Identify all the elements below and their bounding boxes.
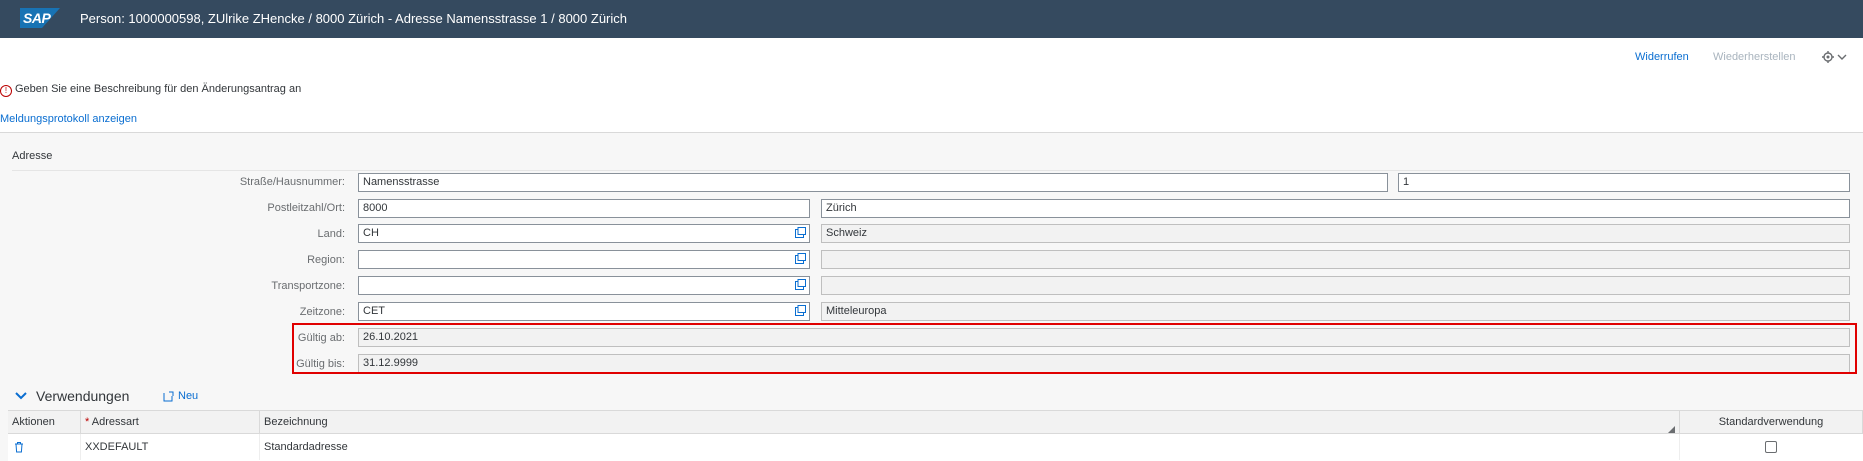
new-document-icon[interactable] bbox=[163, 391, 174, 402]
country-label: Land: bbox=[317, 228, 345, 240]
default-usage-cell bbox=[1680, 434, 1863, 460]
highlight-box bbox=[292, 323, 1857, 374]
value-help-icon[interactable] bbox=[795, 227, 806, 238]
country-value: CH bbox=[363, 227, 379, 239]
undo-button[interactable]: Widerrufen bbox=[1635, 51, 1689, 63]
region-label: Region: bbox=[307, 254, 345, 266]
delete-icon[interactable] bbox=[14, 441, 24, 453]
address-type-cell: XXDEFAULT bbox=[81, 434, 260, 460]
house-number-input[interactable]: 1 bbox=[1398, 173, 1850, 192]
section-divider bbox=[12, 170, 1850, 171]
transport-zone-label: Transportzone: bbox=[271, 280, 345, 292]
usage-section-title: Verwendungen bbox=[36, 388, 130, 404]
table-row[interactable]: XXDEFAULT Standardadresse bbox=[8, 411, 1863, 461]
row-actions-cell bbox=[8, 434, 81, 460]
shell-bar: SAP Person: 1000000598, ZUlrike ZHencke … bbox=[0, 0, 1863, 38]
redo-button[interactable]: Wiederherstellen bbox=[1713, 51, 1796, 63]
default-usage-checkbox[interactable] bbox=[1765, 441, 1777, 453]
street-input[interactable]: Namensstrasse bbox=[358, 173, 1388, 192]
region-input[interactable] bbox=[358, 250, 810, 269]
description-cell: Standardadresse bbox=[260, 434, 1680, 460]
section-title-address: Adresse bbox=[12, 150, 53, 162]
new-button[interactable]: Neu bbox=[178, 390, 198, 402]
sap-logo-text: SAP bbox=[23, 10, 51, 26]
transport-zone-text-field bbox=[821, 276, 1850, 295]
timezone-text-field: Mitteleuropa bbox=[821, 302, 1850, 321]
value-help-icon[interactable] bbox=[795, 253, 806, 264]
postal-label: Postleitzahl/Ort: bbox=[267, 202, 345, 214]
message-log-link[interactable]: Meldungsprotokoll anzeigen bbox=[0, 113, 137, 125]
transport-zone-input[interactable] bbox=[358, 276, 810, 295]
timezone-input[interactable]: CET bbox=[358, 302, 810, 321]
region-text-field bbox=[821, 250, 1850, 269]
usage-table: Aktionen * Adressart Bezeichnung Standar… bbox=[8, 410, 1863, 461]
message-area: ! Geben Sie eine Beschreibung für den Änd… bbox=[0, 74, 1863, 133]
error-message-text: Geben Sie eine Beschreibung für den Ände… bbox=[15, 83, 302, 95]
timezone-label: Zeitzone: bbox=[299, 306, 345, 318]
street-label: Straße/Hausnummer: bbox=[239, 176, 345, 188]
postal-code-input[interactable]: 8000 bbox=[358, 199, 810, 218]
value-help-icon[interactable] bbox=[795, 305, 806, 316]
settings-gear-icon[interactable] bbox=[1822, 50, 1848, 64]
collapse-chevron-icon[interactable] bbox=[14, 391, 28, 401]
value-help-icon[interactable] bbox=[795, 279, 806, 290]
page-title: Person: 1000000598, ZUlrike ZHencke / 80… bbox=[80, 11, 627, 26]
error-icon: ! bbox=[0, 85, 12, 97]
city-input[interactable]: Zürich bbox=[821, 199, 1850, 218]
toolbar: Widerrufen Wiederherstellen bbox=[0, 38, 1863, 75]
country-input[interactable]: CH bbox=[358, 224, 810, 243]
sap-logo[interactable]: SAP bbox=[20, 8, 60, 28]
timezone-value: CET bbox=[363, 305, 385, 317]
country-text-field: Schweiz bbox=[821, 224, 1850, 243]
error-message: ! Geben Sie eine Beschreibung für den Änd… bbox=[0, 83, 301, 97]
